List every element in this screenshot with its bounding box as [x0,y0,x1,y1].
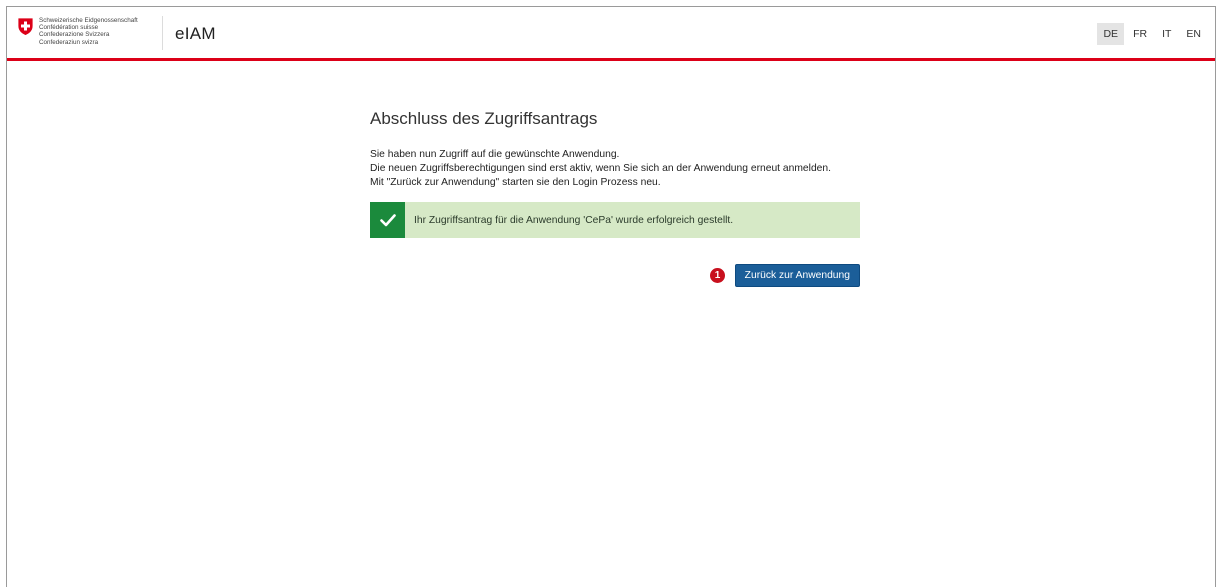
header-divider [162,16,163,50]
confederation-line-it: Confederazione Svizzera [39,31,110,39]
language-en[interactable]: EN [1180,23,1207,45]
page-title: Abschluss des Zugriffsantrags [370,109,598,128]
language-fr[interactable]: FR [1127,23,1153,45]
language-de[interactable]: DE [1097,23,1125,45]
federal-logo[interactable]: Schweizerische Eidgenossenschaft Confédé… [17,16,163,50]
info-line-access: Sie haben nun Zugriff auf die gewünschte… [370,149,620,160]
confederation-line-fr: Confédération suisse [39,24,99,32]
success-icon-box [370,202,405,238]
info-line-activation: Die neuen Zugriffsberechtigungen sind er… [370,163,831,174]
back-to-application-button[interactable]: Zurück zur Anwendung [734,264,860,287]
language-it[interactable]: IT [1156,23,1177,45]
info-line-restart: Mit "Zurück zur Anwendung" starten sie d… [370,177,661,188]
browser-frame: Schweizerische Eidgenossenschaft Confédé… [6,6,1216,587]
page-header: Schweizerische Eidgenossenschaft Confédé… [7,7,1215,61]
success-message: Ihr Zugriffsantrag für die Anwendung 'Ce… [414,214,734,226]
swiss-crest-icon [17,17,34,36]
main-content: Abschluss des Zugriffsantrags Sie haben … [370,109,860,288]
checkmark-icon [379,213,396,226]
confederation-names: Schweizerische Eidgenossenschaft Confédé… [39,17,138,46]
language-switcher: DE FR IT EN [1097,23,1207,45]
step-number-badge: 1 [710,268,725,283]
success-alert: Ihr Zugriffsantrag für die Anwendung 'Ce… [370,202,860,238]
confederation-line-rm: Confederaziun svizra [39,38,99,46]
confederation-line-de: Schweizerische Eidgenossenschaft [39,17,138,24]
action-bar: 1 Zurück zur Anwendung [370,264,860,288]
app-title: eIAM [175,24,216,43]
